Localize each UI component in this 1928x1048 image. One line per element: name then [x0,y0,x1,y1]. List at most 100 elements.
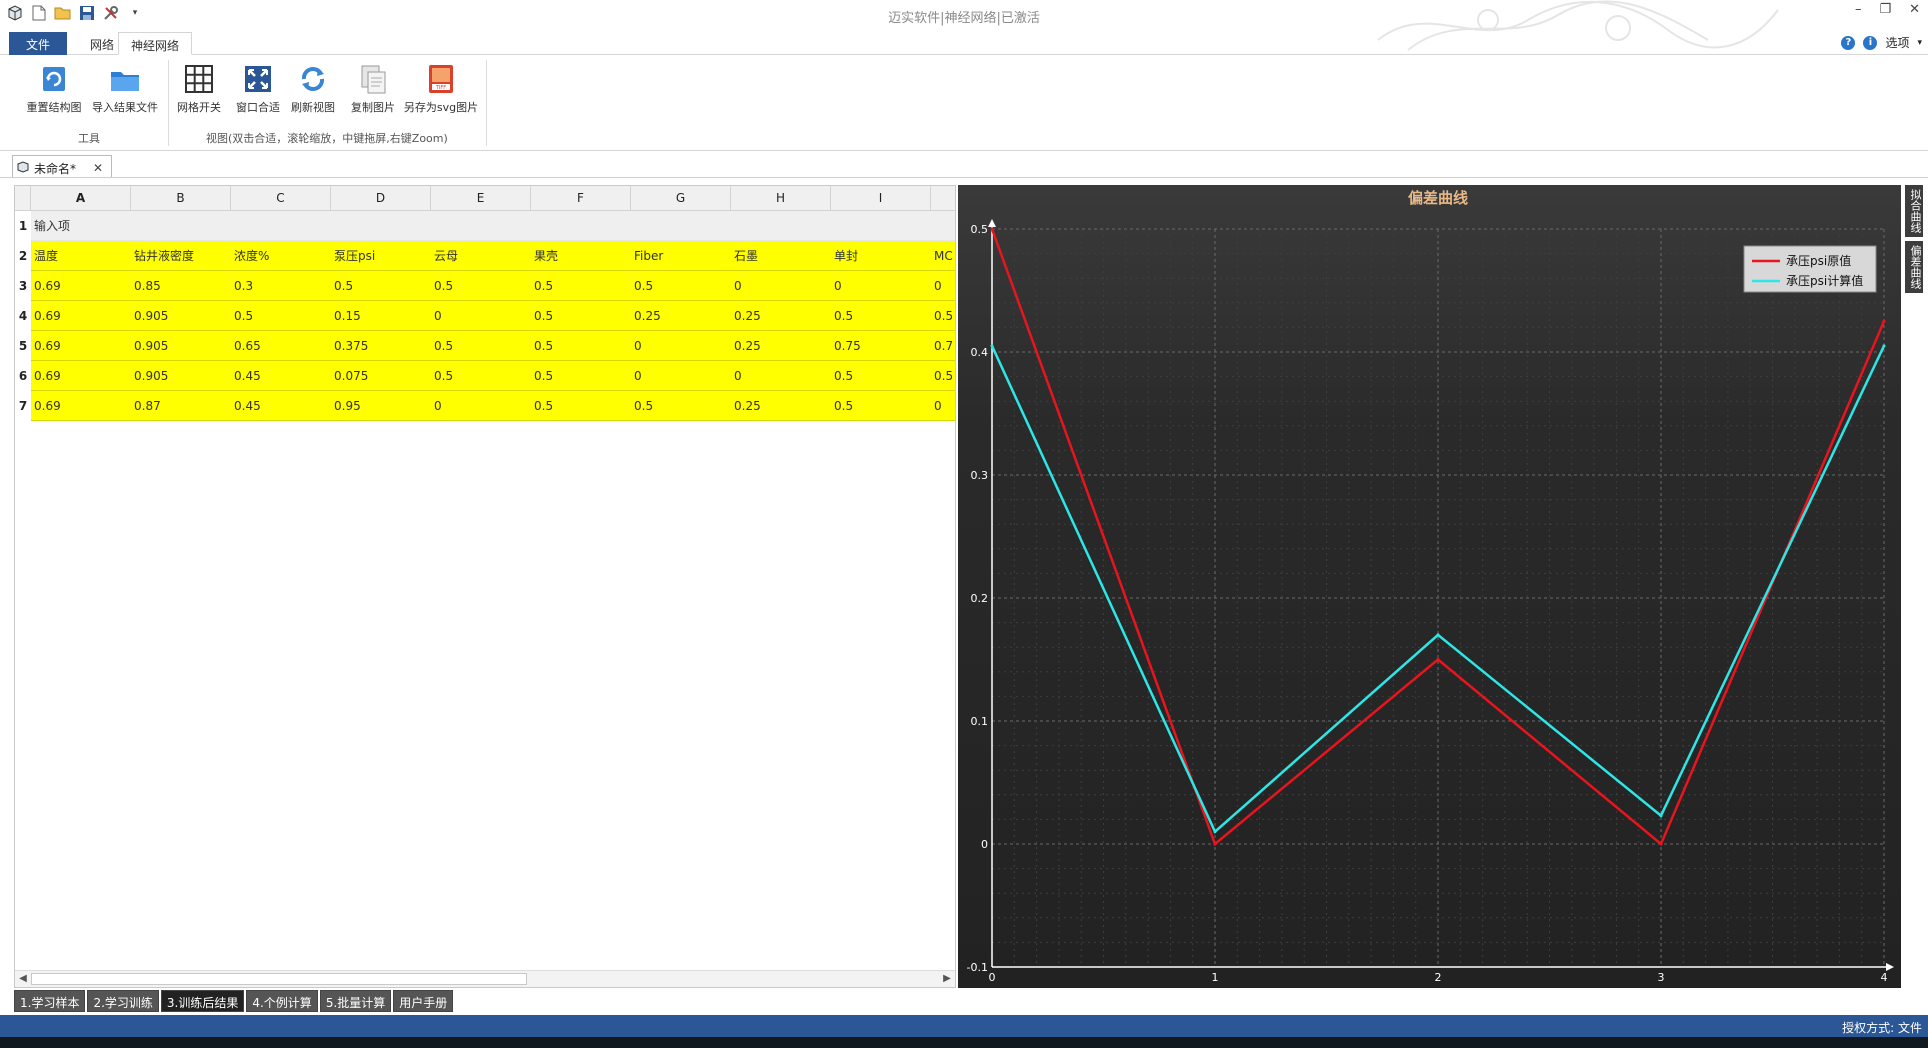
column-header[interactable]: D [331,186,431,211]
table-cell[interactable]: 0.5 [831,391,931,421]
table-cell[interactable]: 0 [731,271,831,301]
scroll-left-icon[interactable]: ◀ [16,972,30,986]
copy-image-button[interactable]: 复制图片 [348,62,398,115]
minimize-button[interactable]: – [1855,2,1862,17]
table-cell[interactable]: 0 [631,361,731,391]
deviation-chart[interactable]: 偏差曲线 -0.1 0 0.1 0.2 0.3 0.4 0.5 0 1 2 3 4 承压psi原值 承压ps… [958,185,1901,988]
table-cell[interactable]: 0.69 [31,301,131,331]
table-cell[interactable]: 0.5 [831,301,931,331]
column-header[interactable]: C [231,186,331,211]
tab-learning-samples[interactable]: 1.学习样本 [14,990,86,1012]
column-header[interactable]: I [831,186,931,211]
corner-cell[interactable] [15,186,31,211]
scroll-right-icon[interactable]: ▶ [940,972,954,986]
table-cell[interactable]: 0.5 [231,301,331,331]
column-header[interactable]: F [531,186,631,211]
restore-button[interactable]: ❐ [1879,2,1891,17]
table-cell[interactable]: 0 [431,301,531,331]
table-cell[interactable]: 0 [931,391,955,421]
table-cell[interactable]: 0 [431,391,531,421]
refresh-view-button[interactable]: 刷新视图 [288,62,338,115]
column-header[interactable]: H [731,186,831,211]
row-header[interactable]: 4 [15,301,31,331]
table-cell[interactable]: 泵压psi [331,241,431,271]
table-cell[interactable]: 0.075 [331,361,431,391]
save-svg-button[interactable]: TIFF 另存为svg图片 [402,62,480,115]
table-cell[interactable]: 0.905 [131,361,231,391]
tab-learning-training[interactable]: 2.学习训练 [87,990,159,1012]
table-cell[interactable]: 0.5 [331,271,431,301]
table-cell[interactable]: 云母 [431,241,531,271]
horizontal-scrollbar[interactable]: ◀ ▶ [15,970,955,987]
table-cell[interactable]: 0.5 [431,331,531,361]
spreadsheet[interactable]: A B C D E F G H I 1 输入项 2 温度 钻井液密度 浓度% 泵… [14,185,956,988]
row-header[interactable]: 5 [15,331,31,361]
table-cell[interactable]: 0.5 [531,301,631,331]
table-cell[interactable]: 0.7 [931,331,955,361]
table-cell[interactable]: 0.905 [131,331,231,361]
options-dropdown-icon[interactable]: ▾ [1917,38,1922,48]
table-cell[interactable]: 0.85 [131,271,231,301]
info-icon[interactable]: i [1863,35,1878,50]
table-cell[interactable]: 0.5 [931,301,955,331]
table-cell[interactable]: 0 [931,271,955,301]
table-cell[interactable]: 钻井液密度 [131,241,231,271]
tab-training-results[interactable]: 3.训练后结果 [160,990,245,1012]
table-cell[interactable]: 0.5 [531,391,631,421]
table-cell[interactable]: 浓度% [231,241,331,271]
table-cell[interactable]: Fiber [631,241,731,271]
tab-file[interactable]: 文件 [9,32,67,55]
table-cell[interactable]: 0.15 [331,301,431,331]
side-tab-deviation-curve[interactable]: 偏差曲线 [1905,241,1923,293]
table-cell[interactable]: 0.25 [731,391,831,421]
table-cell[interactable]: 0 [831,271,931,301]
table-cell[interactable]: 0.69 [31,331,131,361]
row-header[interactable]: 7 [15,391,31,421]
side-tab-fit-curve[interactable]: 拟合曲线 [1905,185,1923,237]
table-cell[interactable]: 0.69 [31,361,131,391]
table-cell[interactable]: 0.5 [431,271,531,301]
table-cell[interactable]: 单封 [831,241,931,271]
reset-structure-button[interactable]: 重置结构图 [24,62,84,115]
row-header[interactable]: 2 [15,241,31,271]
table-cell[interactable]: 0.375 [331,331,431,361]
tab-neural-network[interactable]: 神经网络 [118,32,193,55]
tab-single-calculation[interactable]: 4.个例计算 [246,990,318,1012]
tab-batch-calculation[interactable]: 5.批量计算 [319,990,392,1012]
table-cell[interactable]: 果壳 [531,241,631,271]
table-cell[interactable]: 0.5 [931,361,955,391]
scrollbar-thumb[interactable] [31,973,527,985]
table-cell[interactable]: 温度 [31,241,131,271]
table-cell[interactable]: 0.65 [231,331,331,361]
table-cell[interactable]: 0.5 [531,331,631,361]
table-cell[interactable]: 0 [631,331,731,361]
table-cell[interactable]: 0 [731,361,831,391]
table-cell[interactable]: 0.5 [431,361,531,391]
table-cell[interactable]: 0.75 [831,331,931,361]
table-cell[interactable]: 0.25 [631,301,731,331]
table-cell[interactable]: 0.25 [731,331,831,361]
options-menu[interactable]: 选项 [1885,34,1909,51]
grid-toggle-button[interactable]: 网格开关 [174,62,224,115]
table-cell[interactable]: MC [931,241,955,271]
table-cell[interactable]: 0.5 [631,391,731,421]
table-cell[interactable]: 0.3 [231,271,331,301]
column-header[interactable]: G [631,186,731,211]
fit-window-button[interactable]: 窗口合适 [232,62,284,115]
close-button[interactable]: ✕ [1909,2,1920,17]
help-icon[interactable]: ? [1841,35,1856,50]
table-cell[interactable]: 0.95 [331,391,431,421]
import-result-button[interactable]: 导入结果文件 [90,62,160,115]
table-cell[interactable]: 0.69 [31,271,131,301]
tab-user-manual[interactable]: 用户手册 [393,990,454,1012]
row-header[interactable]: 1 [15,211,31,241]
document-tab[interactable]: 未命名* ✕ [12,155,112,177]
table-cell[interactable]: 0.45 [231,391,331,421]
table-cell[interactable]: 输入项 [31,211,231,241]
close-tab-icon[interactable]: ✕ [93,161,103,175]
table-cell[interactable]: 石墨 [731,241,831,271]
row-header[interactable]: 6 [15,361,31,391]
table-cell[interactable]: 0.87 [131,391,231,421]
row-header[interactable]: 3 [15,271,31,301]
table-cell[interactable]: 0.25 [731,301,831,331]
